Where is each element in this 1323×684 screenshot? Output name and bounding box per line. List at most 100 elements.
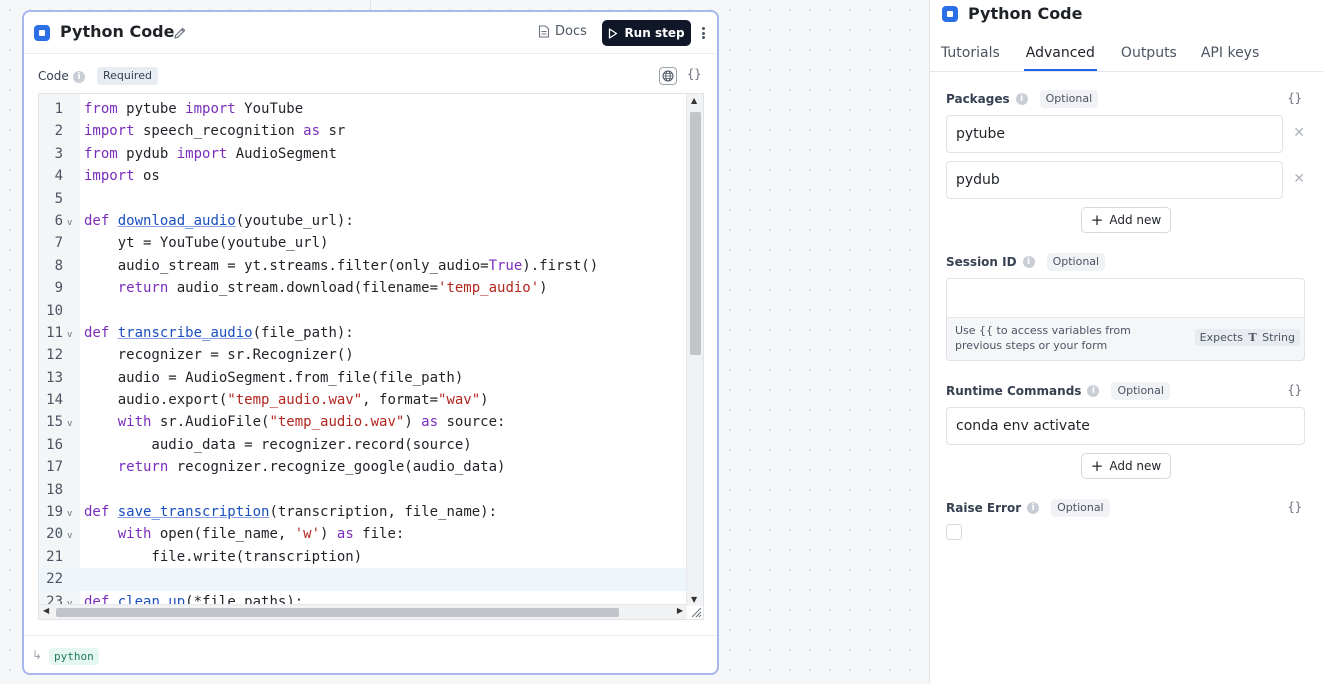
line-number: 10 [46,302,63,319]
tab-api-keys[interactable]: API keys [1201,36,1259,71]
scroll-up-arrow-icon[interactable]: ▲ [691,96,697,105]
line-number: 6 [54,212,63,229]
session-id-input[interactable] [947,279,1304,317]
code-line[interactable]: 21 file.write(transcription) [39,546,687,568]
node-title: Python Code [60,22,175,41]
line-number: 4 [54,168,63,185]
code-line[interactable]: 22 [39,568,687,591]
return-arrow-icon: ↳ [32,648,43,662]
fold-chevron-icon[interactable]: v [67,525,72,547]
vertical-scroll-thumb[interactable] [690,112,701,355]
line-number: 2 [54,123,63,140]
remove-package-icon[interactable]: ✕ [1293,171,1305,187]
line-number: 3 [54,145,63,162]
add-package-label: Add new [1109,213,1162,227]
info-icon[interactable]: i [1015,93,1028,105]
resize-handle-icon[interactable] [688,604,702,618]
add-runtime-command-button[interactable]: + Add new [1081,453,1171,479]
scroll-down-arrow-icon[interactable]: ▼ [691,595,697,604]
code-line[interactable]: 8 audio_stream = yt.streams.filter(only_… [39,255,687,277]
run-step-button[interactable]: Run step [602,20,691,46]
code-lines[interactable]: 1 from pytube import YouTube 2 import speec… [39,98,687,613]
code-text: audio_data = recognizer.record(source) [84,436,472,453]
line-number: 12 [46,347,63,364]
code-label-text: Code [38,69,69,83]
code-line[interactable]: 14 audio.export("temp_audio.wav", format… [39,389,687,411]
raise-error-label: Raise Error i Optional [946,499,1110,517]
code-text: return audio_stream.download(filename='t… [117,280,548,297]
code-line[interactable]: 15 v with sr.AudioFile("temp_audio.wav") … [39,411,687,433]
variables-braces-icon[interactable]: {} [1288,500,1302,514]
play-icon [609,27,618,39]
info-icon[interactable]: i [73,71,85,83]
code-line[interactable]: 13 audio = AudioSegment.from_file(file_p… [39,367,687,389]
scroll-left-arrow-icon[interactable]: ◀ [43,606,49,615]
add-package-button[interactable]: + Add new [1081,207,1171,233]
code-editor[interactable]: 1 from pytube import YouTube 2 import speec… [38,93,704,620]
horizontal-scroll-thumb[interactable] [56,608,619,617]
runtime-command-input[interactable]: conda env activate [946,407,1305,445]
python-code-node[interactable]: Python Code Docs Run step Code i Require… [22,10,719,675]
more-options-icon[interactable] [700,25,706,41]
code-text: yt = YouTube(youtube_url) [84,235,329,252]
fold-chevron-icon[interactable]: v [67,503,72,525]
code-line[interactable]: 7 yt = YouTube(youtube_url) [39,232,687,254]
code-line[interactable]: 6 v def download_audio(youtube_url): [39,210,687,232]
code-line[interactable]: 5 [39,188,687,210]
code-line[interactable]: 17 return recognizer.recognize_google(au… [39,456,687,478]
raise-error-checkbox[interactable] [946,524,962,540]
canvas-connector-line [370,0,371,10]
code-line[interactable]: 11 v def transcribe_audio(file_path): [39,322,687,344]
code-text: def transcribe_audio(file_path): [84,324,354,341]
code-line[interactable]: 1 from pytube import YouTube [39,98,687,120]
info-icon[interactable]: i [1022,256,1035,268]
runtime-commands-label: Runtime Commands i Optional [946,382,1170,400]
info-icon[interactable]: i [1027,502,1040,514]
code-line[interactable]: 3 from pydub import AudioSegment [39,143,687,165]
python-code-app-icon [34,25,50,41]
code-line[interactable]: 16 audio_data = recognizer.record(source… [39,434,687,456]
line-number: 16 [46,436,63,453]
code-text: with open(file_name, 'w') as file: [117,526,405,543]
code-text: audio_stream = yt.streams.filter(only_au… [84,257,599,274]
line-number: 1 [54,101,63,117]
variables-braces-icon[interactable]: {} [1288,383,1302,397]
tab-outputs[interactable]: Outputs [1121,36,1177,71]
code-line[interactable]: 12 recognizer = sr.Recognizer() [39,344,687,366]
node-footer: ↳ python [24,635,717,675]
code-text: def download_audio(youtube_url): [84,212,354,229]
line-number: 20 [46,526,63,543]
fold-chevron-icon[interactable]: v [67,324,72,346]
docs-label: Docs [555,24,587,39]
line-number: 9 [54,280,63,297]
globe-icon[interactable] [659,67,677,85]
globe-glyph [662,70,674,82]
scroll-right-arrow-icon[interactable]: ▶ [677,606,683,615]
code-line[interactable]: 4 import os [39,165,687,187]
vertical-scrollbar[interactable]: ▲ ▼ [686,94,703,606]
code-line[interactable]: 20 v with open(file_name, 'w') as file: [39,523,687,545]
plus-icon: + [1090,457,1104,475]
code-line[interactable]: 2 import speech_recognition as sr [39,120,687,142]
info-icon[interactable]: i [1087,385,1100,397]
code-line[interactable]: 18 [39,479,687,501]
tab-tutorials[interactable]: Tutorials [941,36,1000,71]
fold-chevron-icon[interactable]: v [67,212,72,234]
packages-label: Packages i Optional [946,90,1099,108]
package-input[interactable]: pytube [946,115,1283,153]
remove-package-icon[interactable]: ✕ [1293,125,1305,141]
variables-braces-icon[interactable]: {} [687,67,701,81]
line-number: 15 [46,414,63,431]
code-line[interactable]: 19 v def save_transcription(transcription,… [39,501,687,523]
variables-braces-icon[interactable]: {} [1288,91,1302,105]
horizontal-scrollbar[interactable]: ◀ ▶ [39,604,687,619]
code-line[interactable]: 9 return audio_stream.download(filename=… [39,277,687,299]
pencil-icon[interactable] [173,26,187,40]
optional-badge: Optional [1111,382,1170,400]
fold-chevron-icon[interactable]: v [67,413,72,435]
package-input[interactable]: pydub [946,161,1283,199]
tab-advanced[interactable]: Advanced [1023,36,1097,71]
docs-link[interactable]: Docs [538,24,587,39]
code-text: audio.export("temp_audio.wav", format="w… [84,392,489,409]
code-line[interactable]: 10 [39,300,687,322]
